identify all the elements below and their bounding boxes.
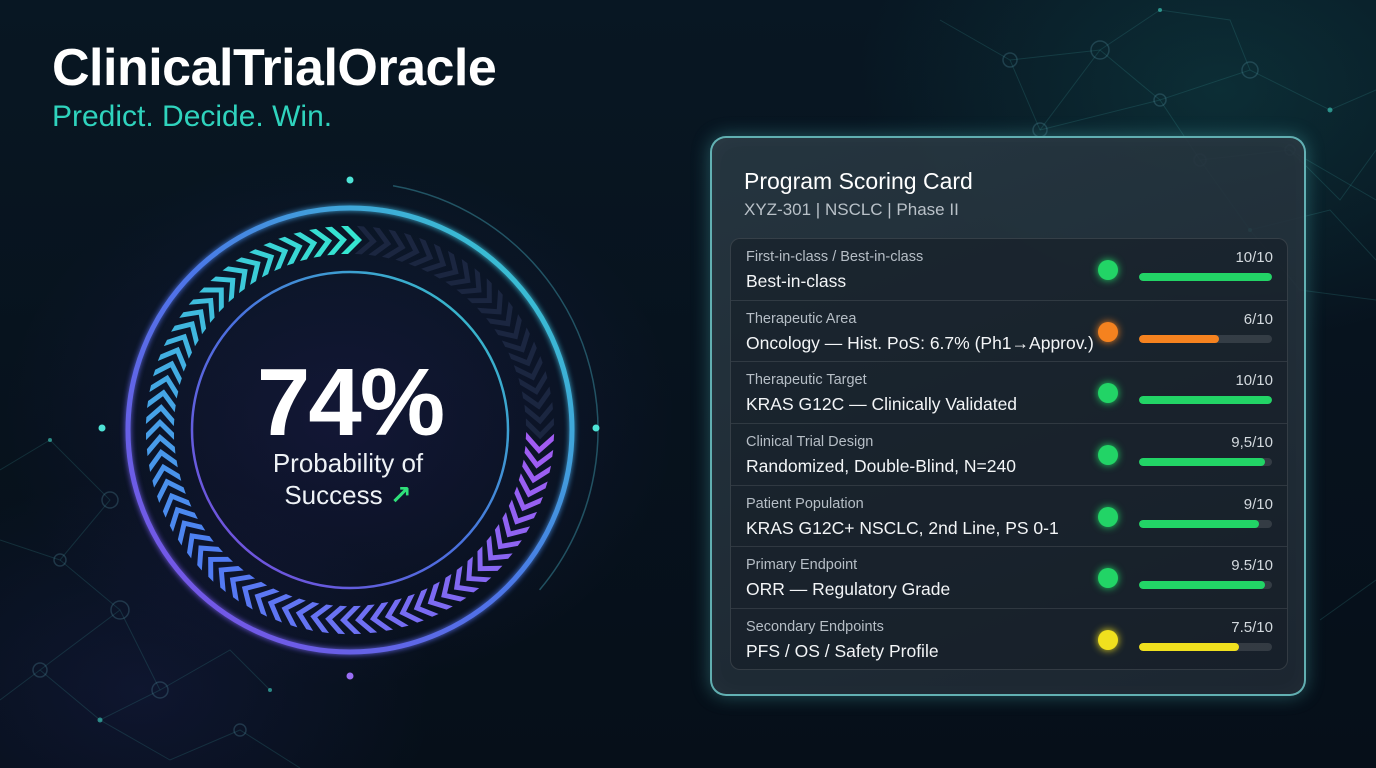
status-dot-icon	[1098, 568, 1118, 589]
status-dot-icon	[1098, 383, 1118, 404]
criterion-value: Best-in-class	[746, 271, 847, 291]
score-text: 9,5/10	[1231, 434, 1273, 452]
score-text: 9.5/10	[1231, 557, 1273, 575]
score-bar	[1139, 334, 1272, 343]
criterion-label: Therapeutic Target	[746, 372, 867, 389]
gauge-marker-top	[346, 176, 354, 184]
gauge-chevron	[486, 535, 513, 561]
gauge-chevron	[188, 297, 215, 323]
criterion-label: Secondary Endpoints	[746, 619, 884, 636]
app-title: ClinicalTrialOracle	[52, 39, 497, 97]
score-bar	[1139, 519, 1272, 528]
status-dot-icon	[1098, 445, 1118, 466]
gauge-marker-right	[592, 424, 600, 432]
score-text: 7.5/10	[1231, 619, 1273, 637]
gauge-chevron	[199, 287, 224, 313]
card-subtitle: XYZ-301 | NSCLC | Phase II	[744, 200, 959, 219]
score-bar	[1139, 396, 1272, 405]
criterion-value: PFS / OS / Safety Profile	[746, 641, 939, 662]
scoring-criteria-list: First-in-class / Best-in-class Best-in-cl…	[730, 238, 1288, 670]
program-scoring-card: Program Scoring Card XYZ-301 | NSCLC | P…	[710, 136, 1306, 696]
caption-line-2-text: Success	[284, 480, 383, 510]
score-row: Clinical Trial Design Randomized, Double-…	[731, 424, 1287, 486]
score-row: Secondary Endpoints PFS / OS / Safety Pro…	[731, 609, 1287, 669]
criterion-value: Oncology — Hist. PoS: 6.7% (Ph1→Approv.)	[746, 332, 1094, 353]
criterion-label: Clinical Trial Design	[746, 434, 874, 451]
score-text: 10/10	[1235, 249, 1273, 266]
criterion-label: Patient Population	[746, 495, 864, 512]
gauge-chevron-track-segment	[467, 278, 492, 304]
score-bar	[1139, 458, 1272, 467]
gauge-chevron	[208, 556, 233, 582]
gauge-chevron-track-segment	[456, 268, 482, 295]
score-bar	[1139, 273, 1272, 281]
status-dot-icon	[1098, 506, 1118, 527]
criterion-value: KRAS G12C — Clinically Validated	[746, 394, 1018, 415]
criterion-label: Primary Endpoint	[746, 557, 858, 574]
score-row: Therapeutic Target KRAS G12C — Clinically…	[731, 362, 1287, 425]
criterion-value: Randomized, Double-Blind, N=240	[746, 456, 1016, 477]
score-bar-fill	[1139, 396, 1272, 405]
score-bar-fill	[1139, 458, 1266, 467]
gauge-chevron	[218, 566, 244, 593]
score-bar-fill	[1139, 519, 1259, 528]
gauge-marker-bottom	[346, 672, 354, 680]
score-text: 6/10	[1243, 310, 1273, 328]
probability-value: 74%	[256, 349, 445, 456]
score-text: 10/10	[1235, 372, 1273, 390]
criterion-value: ORR — Regulatory Grade	[746, 579, 951, 600]
caption-line-2: Success ↗	[200, 479, 496, 511]
card-title: Program Scoring Card	[744, 168, 973, 194]
score-row: Therapeutic Area Oncology — Hist. PoS: 6.…	[731, 301, 1287, 363]
status-dot-icon	[1098, 260, 1118, 280]
trend-up-arrow-icon: ↗	[389, 480, 412, 510]
gauge-chevron	[477, 546, 503, 572]
status-dot-icon	[1098, 630, 1118, 651]
gauge-marker-left	[98, 424, 106, 432]
score-row: Primary Endpoint ORR — Regulatory Grade 9.…	[731, 547, 1287, 610]
app-screen: ClinicalTrialOracle Predict. Decide. Win…	[0, 0, 1376, 768]
score-row: Patient Population KRAS G12C+ NSCLC, 2nd …	[731, 486, 1287, 548]
probability-caption: Probability of Success ↗	[200, 447, 496, 511]
score-bar-fill	[1139, 581, 1266, 590]
score-bar-fill	[1139, 273, 1272, 281]
criterion-value: KRAS G12C+ NSCLC, 2nd Line, PS 0-1	[746, 517, 1059, 538]
criterion-label: Therapeutic Area	[746, 310, 857, 327]
status-dot-icon	[1098, 321, 1118, 342]
score-text: 9/10	[1243, 495, 1273, 513]
score-bar	[1139, 643, 1272, 652]
score-bar-fill	[1139, 334, 1219, 343]
score-bar	[1139, 581, 1272, 590]
score-bar-fill	[1139, 643, 1239, 652]
criterion-label: First-in-class / Best-in-class	[746, 249, 924, 265]
score-row: First-in-class / Best-in-class Best-in-cl…	[731, 239, 1287, 301]
caption-line-1: Probability of	[272, 448, 424, 478]
app-tagline: Predict. Decide. Win.	[52, 100, 333, 133]
